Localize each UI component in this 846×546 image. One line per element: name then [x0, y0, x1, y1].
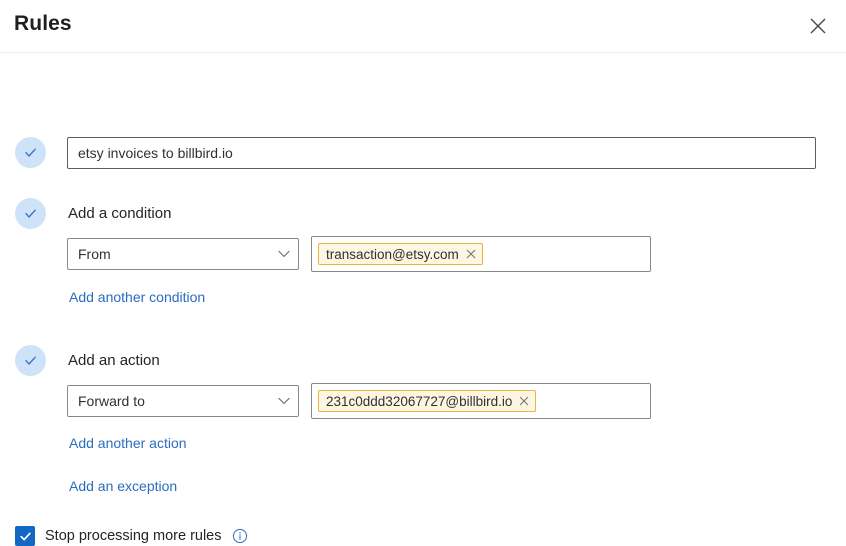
action-field-value: Forward to	[78, 393, 145, 409]
condition-field-value: From	[78, 246, 111, 262]
page-title: Rules	[14, 12, 72, 35]
action-value-token-field[interactable]: 231c0ddd32067727@billbird.io	[311, 383, 651, 419]
panel-body: Add a condition From transaction@etsy.co…	[0, 53, 846, 546]
action-field-dropdown[interactable]: Forward to	[67, 385, 299, 417]
checkmark-icon	[19, 530, 32, 543]
condition-value-token-field[interactable]: transaction@etsy.com	[311, 236, 651, 272]
add-an-exception-link[interactable]: Add an exception	[69, 477, 177, 495]
condition-token[interactable]: transaction@etsy.com	[318, 243, 483, 265]
action-token[interactable]: 231c0ddd32067727@billbird.io	[318, 390, 537, 412]
checkmark-icon	[23, 145, 38, 160]
close-icon[interactable]	[518, 395, 530, 407]
close-icon	[809, 17, 827, 35]
checkmark-icon	[23, 206, 38, 221]
info-icon[interactable]	[232, 528, 248, 544]
checkmark-icon	[23, 353, 38, 368]
condition-field-dropdown[interactable]: From	[67, 238, 299, 270]
action-token-label: 231c0ddd32067727@billbird.io	[326, 393, 513, 409]
rule-name-status-check	[15, 137, 46, 168]
close-button[interactable]	[800, 8, 836, 44]
action-section-label: Add an action	[68, 352, 160, 369]
add-another-condition-link[interactable]: Add another condition	[69, 288, 205, 306]
action-status-check	[15, 345, 46, 376]
condition-section-label: Add a condition	[68, 205, 172, 222]
close-icon[interactable]	[465, 248, 477, 260]
chevron-down-icon	[270, 250, 298, 258]
rule-name-input[interactable]	[67, 137, 816, 169]
condition-token-label: transaction@etsy.com	[326, 246, 459, 262]
stop-processing-checkbox[interactable]	[15, 526, 35, 546]
condition-status-check	[15, 198, 46, 229]
panel-header: Rules	[0, 0, 846, 53]
stop-processing-label[interactable]: Stop processing more rules	[45, 528, 222, 544]
add-another-action-link[interactable]: Add another action	[69, 434, 187, 452]
stop-processing-row: Stop processing more rules	[15, 526, 248, 546]
chevron-down-icon	[270, 397, 298, 405]
